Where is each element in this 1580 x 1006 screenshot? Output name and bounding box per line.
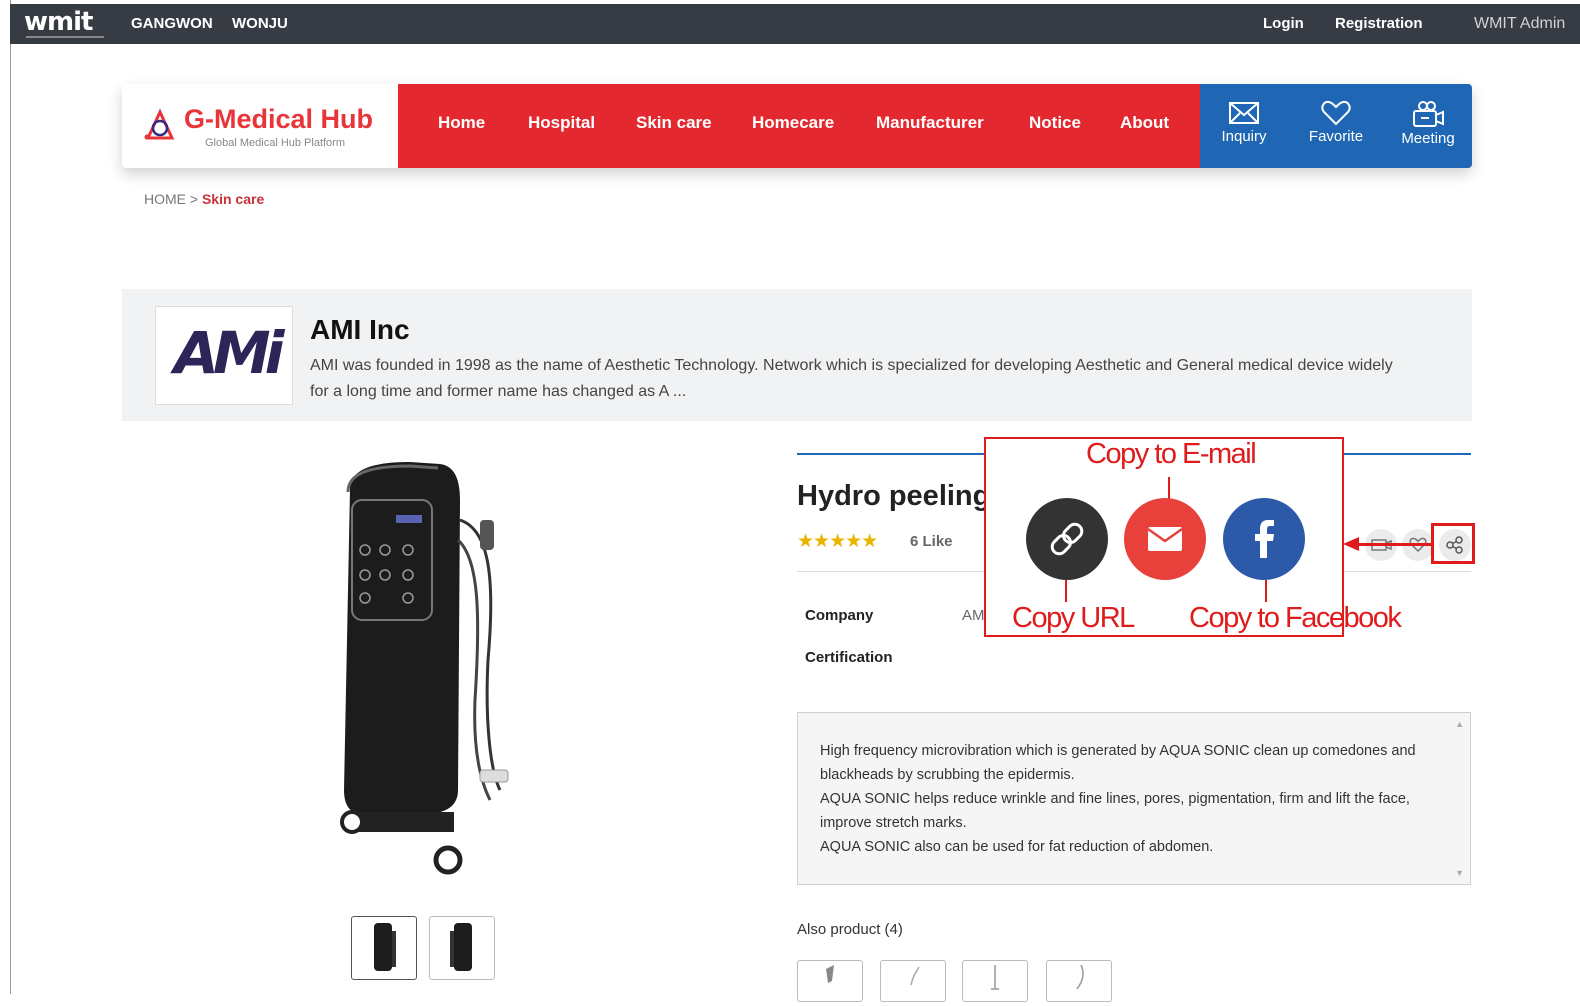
brand-logo[interactable]: G-Medical Hub Global Medical Hub Platfor… [122, 84, 398, 168]
breadcrumb-current[interactable]: Skin care [202, 191, 264, 207]
link-icon [1050, 522, 1084, 556]
annotation-line-url [1065, 580, 1067, 602]
header-actions: Inquiry Favorite Meeting [1200, 84, 1472, 168]
annotation-line-facebook [1265, 580, 1267, 602]
company-info-box: AMi AMI Inc AMI was founded in 1998 as t… [122, 289, 1472, 421]
envelope-icon [1229, 102, 1259, 124]
favorite-button[interactable]: Favorite [1296, 100, 1376, 145]
admin-link[interactable]: WMIT Admin [1474, 15, 1565, 33]
annotation-arrow-line [1358, 543, 1431, 546]
registration-link[interactable]: Registration [1335, 15, 1423, 32]
product-description: High frequency microvibration which is g… [820, 739, 1430, 859]
wmit-logo-underline [26, 36, 104, 38]
copy-facebook-annotation: Copy to Facebook [1189, 602, 1402, 634]
video-meeting-icon [1413, 101, 1444, 127]
thumbnail-image [450, 923, 472, 971]
favorite-label: Favorite [1308, 128, 1364, 145]
main-nav: Home Hospital Skin care Homecare Manufac… [398, 84, 1200, 168]
product-description-box[interactable]: High frequency microvibration which is g… [797, 712, 1471, 885]
brand-name: G-Medical Hub [184, 104, 374, 134]
certification-label: Certification [805, 649, 893, 666]
top-bar: wmit GANGWON WONJU Login Registration WM… [10, 4, 1580, 44]
breadcrumb-home[interactable]: HOME [144, 191, 186, 207]
company-logo-text: AMi [174, 319, 284, 387]
scroll-down-arrow[interactable]: ▼ [1455, 868, 1464, 878]
company-name[interactable]: AMI Inc [310, 314, 410, 346]
brand-icon [144, 108, 175, 140]
breadcrumb-separator: > [189, 191, 199, 207]
also-product-item[interactable] [880, 960, 946, 1002]
rating-stars: ★★★★★ [797, 531, 878, 552]
description-line: High frequency microvibration which is g… [820, 743, 1416, 783]
also-product-image [991, 965, 999, 990]
also-product-label: Also product (4) [797, 921, 903, 938]
inquiry-button[interactable]: Inquiry [1204, 100, 1284, 145]
also-product-image [910, 966, 920, 986]
company-value: AM [962, 607, 985, 624]
brand-tagline: Global Medical Hub Platform [205, 137, 346, 149]
also-product-item[interactable] [797, 960, 863, 1002]
main-header: G-Medical Hub Global Medical Hub Platfor… [122, 84, 1472, 168]
copy-url-annotation: Copy URL [1012, 602, 1135, 634]
also-product-image [1076, 964, 1084, 990]
company-logo[interactable]: AMi [155, 306, 293, 405]
description-line: AQUA SONIC helps reduce wrinkle and fine… [820, 791, 1410, 831]
heart-icon [1321, 100, 1351, 126]
page-left-border [10, 0, 11, 994]
region-wonju-link[interactable]: WONJU [232, 15, 288, 32]
meeting-button[interactable]: Meeting [1388, 100, 1468, 147]
product-thumbnail-2[interactable] [429, 916, 495, 980]
breadcrumb: HOME > Skin care [144, 191, 264, 207]
copy-facebook-button[interactable] [1223, 498, 1305, 580]
share-popup: Copy to E-mail Copy URL Copy to Facebook [984, 437, 1402, 637]
share-highlight-box [1431, 523, 1475, 564]
product-image [340, 462, 509, 875]
scroll-up-arrow[interactable]: ▲ [1455, 719, 1464, 729]
also-product-item[interactable] [962, 960, 1028, 1002]
nav-about[interactable]: About [1120, 113, 1169, 133]
inquiry-label: Inquiry [1221, 128, 1267, 145]
copy-url-button[interactable] [1026, 498, 1108, 580]
product-thumbnail-1[interactable] [351, 916, 417, 980]
nav-notice[interactable]: Notice [1029, 113, 1081, 133]
login-link[interactable]: Login [1263, 15, 1304, 32]
nav-home[interactable]: Home [438, 113, 485, 133]
nav-homecare[interactable]: Homecare [752, 113, 834, 133]
thumbnail-image [374, 923, 396, 971]
copy-email-button[interactable] [1124, 498, 1206, 580]
copy-email-annotation: Copy to E-mail [1086, 438, 1257, 470]
annotation-line-email [1168, 477, 1170, 499]
also-product-image [826, 965, 834, 983]
wmit-logo[interactable]: wmit [24, 7, 93, 37]
like-count: 6 Like [910, 533, 953, 550]
nav-hospital[interactable]: Hospital [528, 113, 595, 133]
nav-manufacturer[interactable]: Manufacturer [876, 113, 984, 133]
description-line: AQUA SONIC also can be used for fat redu… [820, 839, 1214, 855]
company-description: AMI was founded in 1998 as the name of A… [310, 357, 1393, 400]
annotation-arrow-head [1343, 537, 1359, 551]
envelope-icon [1147, 527, 1183, 551]
product-title: Hydro peeling [797, 480, 991, 512]
facebook-icon [1255, 520, 1274, 558]
region-gangwon-link[interactable]: GANGWON [131, 15, 213, 32]
meeting-label: Meeting [1401, 130, 1455, 147]
nav-skin-care[interactable]: Skin care [636, 113, 712, 133]
also-product-item[interactable] [1046, 960, 1112, 1002]
company-label: Company [805, 607, 874, 624]
